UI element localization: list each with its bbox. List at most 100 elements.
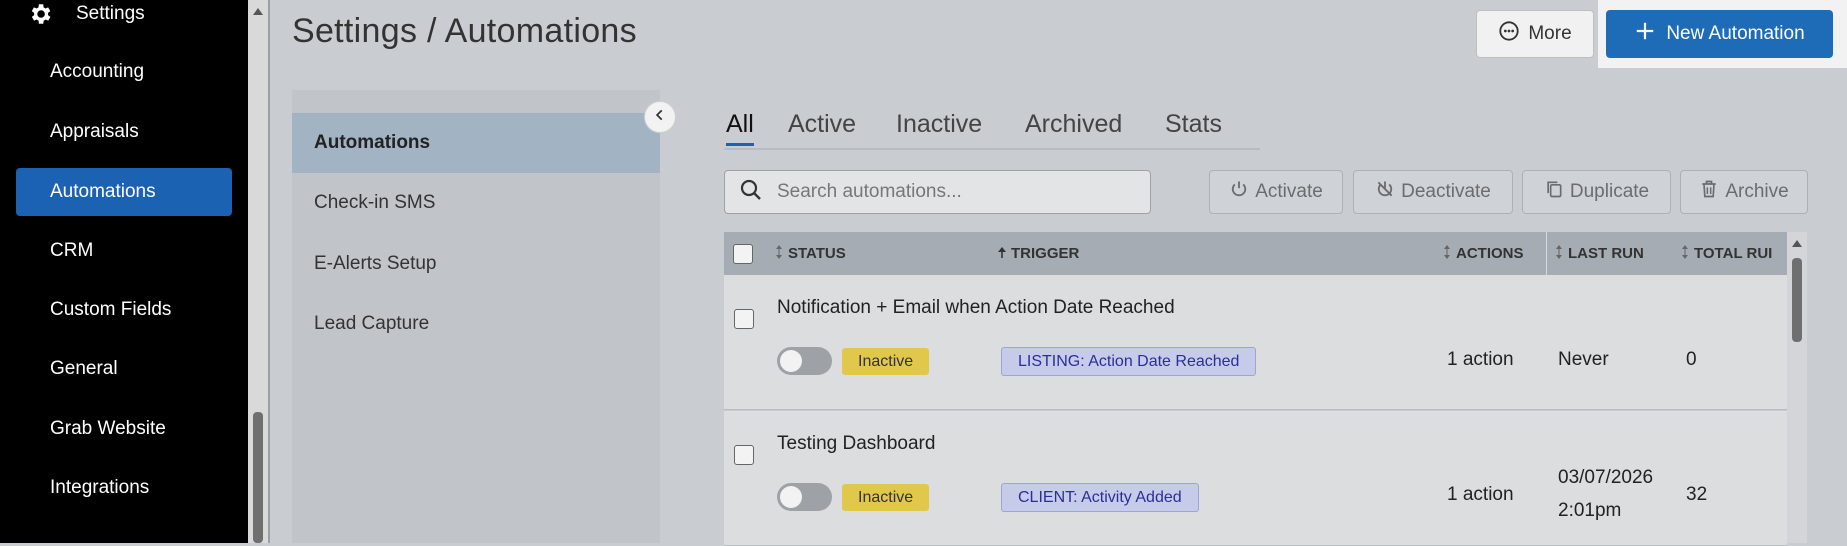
- status-badge: Inactive: [842, 348, 930, 375]
- status-toggle[interactable]: [777, 347, 832, 375]
- sidebar-item-automations[interactable]: Automations: [16, 168, 232, 216]
- page-title: Settings / Automations: [292, 12, 637, 50]
- collapse-panel-button[interactable]: [644, 101, 676, 133]
- table-scrollbar[interactable]: [1787, 232, 1807, 543]
- sort-icon: [774, 244, 784, 264]
- column-header-status[interactable]: STATUS: [774, 232, 846, 275]
- subnav-item-e-alerts-setup[interactable]: E-Alerts Setup: [292, 234, 660, 294]
- subnav-item-label: E-Alerts Setup: [314, 253, 437, 274]
- trigger-badge: CLIENT: Activity Added: [1001, 483, 1199, 512]
- trash-icon: [1699, 179, 1719, 205]
- search-input[interactable]: [775, 180, 1135, 204]
- archive-label: Archive: [1725, 181, 1789, 202]
- scroll-up-arrow-icon[interactable]: [253, 8, 263, 15]
- sort-icon: [1554, 244, 1564, 264]
- column-label: TOTAL RUI: [1694, 245, 1773, 262]
- scrollbar-thumb[interactable]: [253, 412, 263, 543]
- sidebar: Settings Accounting Appraisals Automatio…: [0, 0, 248, 543]
- sidebar-item-label: Grab Website: [50, 418, 166, 439]
- sort-icon: [1680, 244, 1690, 264]
- activate-label: Activate: [1255, 181, 1323, 202]
- more-button[interactable]: More: [1476, 10, 1594, 58]
- last-run-time: 2:01pm: [1558, 500, 1622, 521]
- gear-icon: [26, 0, 54, 28]
- status-badge: Inactive: [842, 484, 930, 511]
- plus-icon: [1634, 20, 1656, 48]
- select-all-checkbox-cell[interactable]: [733, 232, 753, 275]
- select-all-checkbox[interactable]: [733, 243, 753, 264]
- column-header-last-run[interactable]: LAST RUN: [1554, 232, 1644, 275]
- search-icon: [739, 178, 763, 207]
- sidebar-item-grab-website[interactable]: Grab Website: [16, 405, 232, 453]
- column-label: TRIGGER: [1011, 245, 1080, 262]
- sidebar-item-label: Custom Fields: [50, 299, 172, 320]
- divider: [268, 0, 270, 543]
- toggle-knob: [780, 486, 802, 508]
- chevron-left-icon: [653, 108, 667, 127]
- sidebar-item-general[interactable]: General: [16, 345, 232, 393]
- subnav-item-label: Check-in SMS: [314, 192, 436, 213]
- column-header-trigger[interactable]: TRIGGER: [997, 232, 1079, 275]
- last-run: Never: [1558, 349, 1609, 370]
- scroll-up-arrow-icon[interactable]: [1792, 240, 1802, 247]
- status-toggle[interactable]: [777, 483, 832, 511]
- sidebar-item-custom-fields[interactable]: Custom Fields: [16, 286, 232, 334]
- column-label: STATUS: [788, 245, 846, 262]
- automation-name[interactable]: Testing Dashboard: [777, 433, 935, 455]
- toggle-knob: [780, 350, 802, 372]
- column-header-actions[interactable]: ACTIONS: [1442, 232, 1524, 275]
- column-header-total-runs[interactable]: TOTAL RUI: [1680, 232, 1772, 275]
- total-runs: 32: [1686, 484, 1708, 505]
- tab-all[interactable]: All: [726, 110, 754, 146]
- subnav-item-lead-capture[interactable]: Lead Capture: [292, 294, 660, 354]
- column-divider: [1546, 232, 1547, 275]
- table-header: STATUS TRIGGER ACTIONS LAST RUN TOTAL RU…: [724, 232, 1787, 275]
- search-box: [724, 170, 1151, 214]
- deactivate-label: Deactivate: [1401, 181, 1491, 202]
- sidebar-scrollbar[interactable]: [248, 0, 268, 543]
- more-button-label: More: [1528, 23, 1572, 44]
- subnav-item-check-in-sms[interactable]: Check-in SMS: [292, 173, 660, 233]
- copy-icon: [1544, 179, 1564, 205]
- sidebar-settings-label: Settings: [76, 3, 145, 24]
- sidebar-item-label: Accounting: [50, 61, 145, 82]
- power-off-icon: [1375, 179, 1395, 205]
- tab-active[interactable]: Active: [788, 110, 856, 139]
- automation-name[interactable]: Notification + Email when Action Date Re…: [777, 297, 1175, 319]
- sort-ascending-icon: [997, 244, 1007, 264]
- duplicate-label: Duplicate: [1569, 181, 1650, 202]
- sidebar-item-accounting[interactable]: Accounting: [16, 48, 232, 96]
- filter-tabs: All Active Inactive Archived Stats: [724, 110, 1260, 150]
- table-row[interactable]: Notification + Email when Action Date Re…: [724, 275, 1787, 410]
- archive-button[interactable]: Archive: [1680, 170, 1808, 214]
- new-automation-label: New Automation: [1666, 23, 1805, 44]
- sidebar-item-label: Automations: [50, 181, 156, 202]
- subnav-item-label: Automations: [314, 132, 431, 153]
- total-runs: 0: [1686, 349, 1697, 370]
- sidebar-item-label: General: [50, 358, 118, 379]
- sidebar-settings-header[interactable]: Settings: [26, 0, 145, 28]
- subnav-item-label: Lead Capture: [314, 313, 430, 334]
- sidebar-item-appraisals[interactable]: Appraisals: [16, 108, 232, 156]
- tab-stats[interactable]: Stats: [1165, 110, 1222, 139]
- scrollbar-thumb[interactable]: [1792, 258, 1802, 342]
- sidebar-item-integrations[interactable]: Integrations: [16, 464, 232, 512]
- tab-archived[interactable]: Archived: [1025, 110, 1122, 139]
- new-automation-button[interactable]: New Automation: [1606, 10, 1833, 58]
- sidebar-item-label: Integrations: [50, 477, 150, 498]
- row-checkbox[interactable]: [734, 445, 754, 465]
- column-label: LAST RUN: [1568, 245, 1644, 262]
- table-row[interactable]: Testing Dashboard Inactive CLIENT: Activ…: [724, 411, 1787, 546]
- actions-count: 1 action: [1447, 484, 1514, 505]
- deactivate-button[interactable]: Deactivate: [1353, 170, 1513, 214]
- sidebar-item-label: CRM: [50, 240, 94, 261]
- activate-button[interactable]: Activate: [1209, 170, 1343, 214]
- actions-count: 1 action: [1447, 349, 1514, 370]
- subnav-item-automations[interactable]: Automations: [292, 113, 660, 173]
- sidebar-item-crm[interactable]: CRM: [16, 227, 232, 275]
- row-checkbox[interactable]: [734, 309, 754, 329]
- tab-inactive[interactable]: Inactive: [896, 110, 982, 139]
- power-icon: [1229, 179, 1249, 205]
- ellipsis-circle-icon: [1498, 20, 1520, 48]
- duplicate-button[interactable]: Duplicate: [1522, 170, 1671, 214]
